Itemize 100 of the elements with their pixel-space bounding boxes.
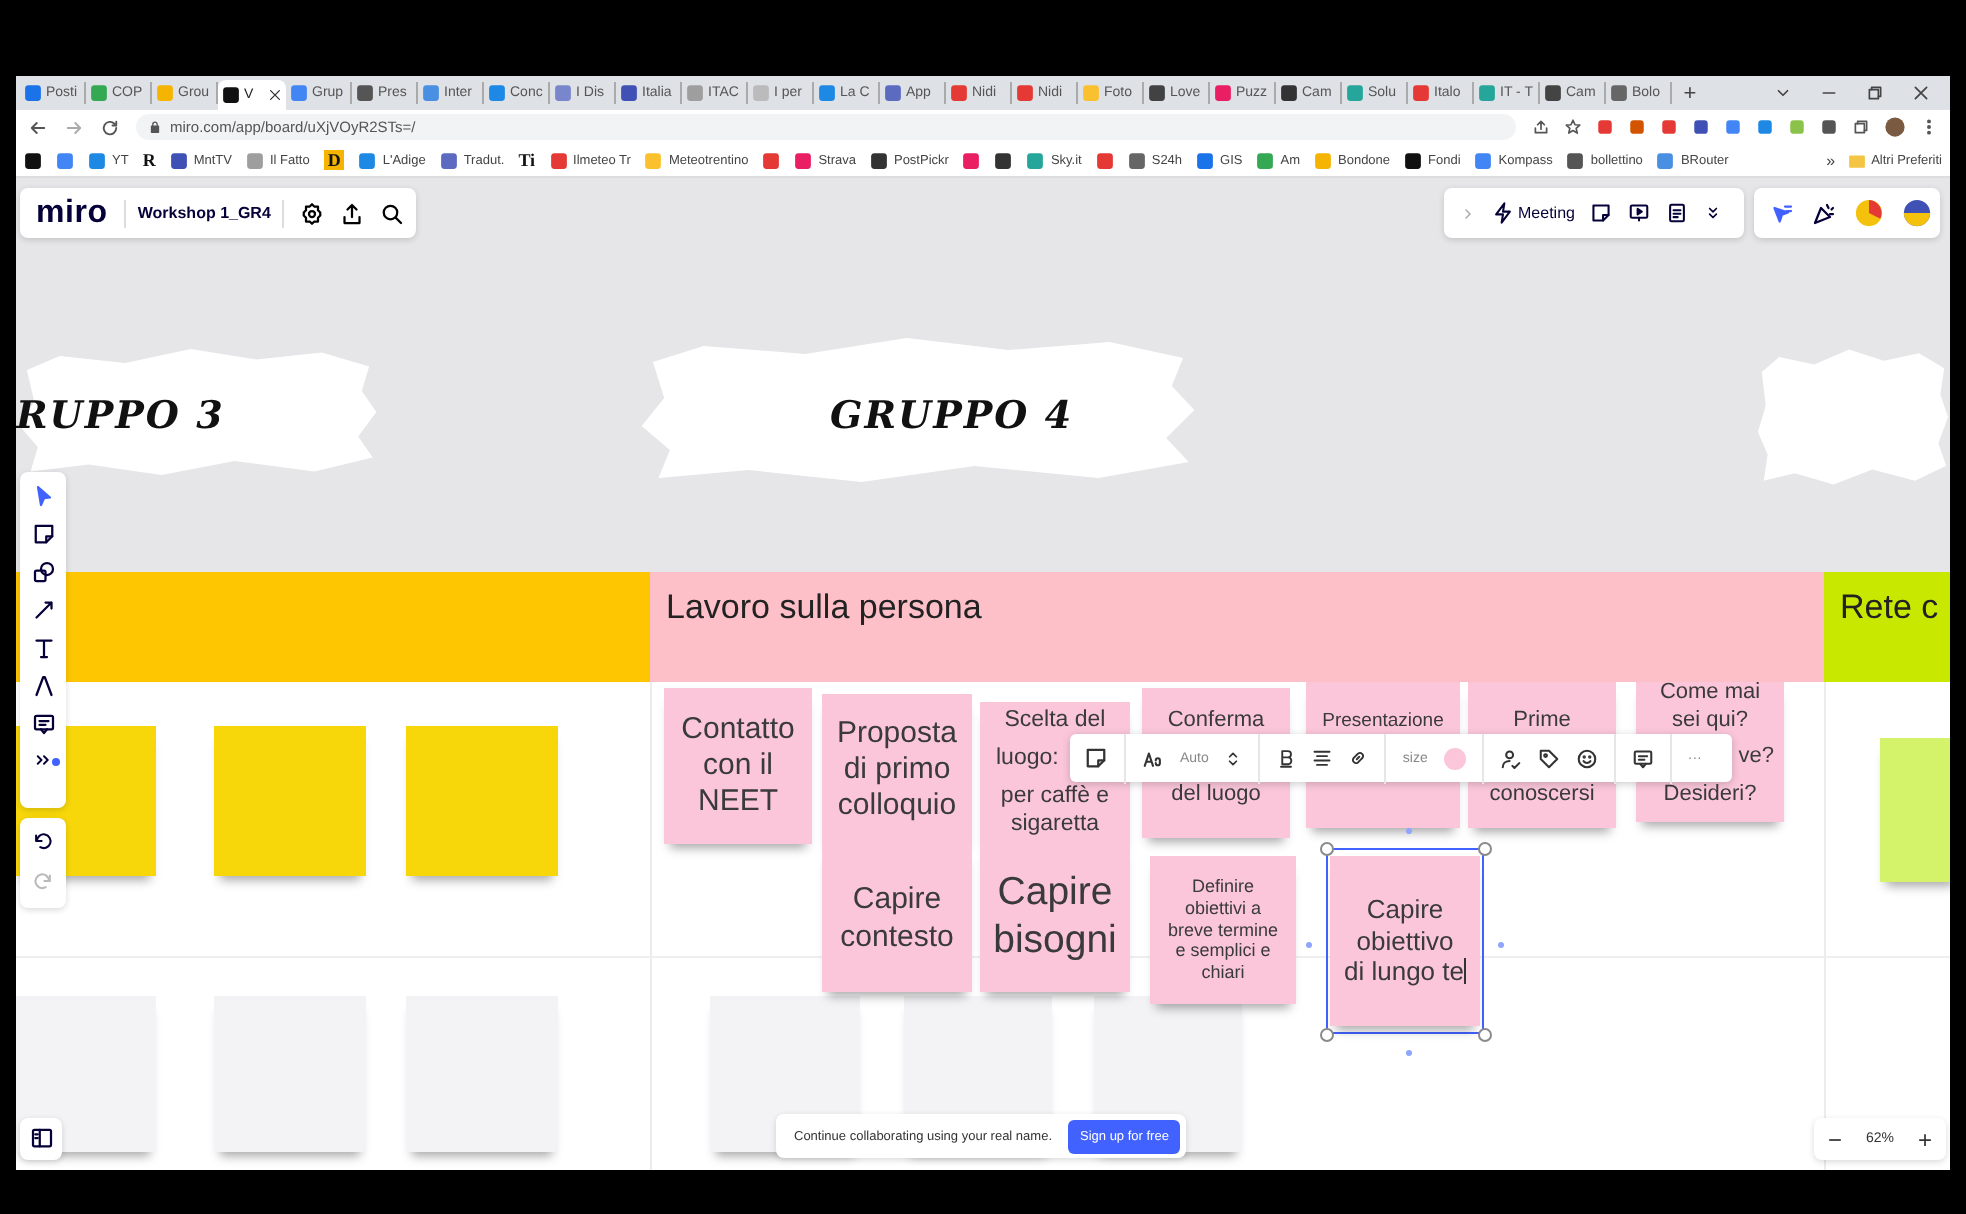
site-icon bbox=[1026, 151, 1045, 169]
site-icon bbox=[686, 84, 704, 102]
site-icon bbox=[869, 151, 888, 169]
emoji-icon[interactable] bbox=[1575, 747, 1598, 769]
more-tools-icon[interactable] bbox=[33, 750, 53, 770]
undo-icon[interactable] bbox=[32, 830, 54, 852]
site-icon bbox=[90, 84, 108, 102]
connector-dot[interactable] bbox=[1498, 941, 1504, 947]
site-icon bbox=[1474, 151, 1493, 169]
site-icon bbox=[1544, 84, 1562, 102]
site-icon bbox=[1314, 151, 1332, 169]
shapes-icon[interactable] bbox=[31, 560, 55, 584]
settings-icon[interactable] bbox=[300, 201, 325, 225]
avatar-icon[interactable] bbox=[1884, 116, 1906, 138]
bold-icon[interactable] bbox=[1276, 748, 1297, 768]
site-icon bbox=[1478, 84, 1496, 102]
logo[interactable]: miro bbox=[36, 195, 108, 231]
cursor-icon[interactable] bbox=[1770, 201, 1794, 225]
site-icon bbox=[818, 84, 836, 102]
site-icon bbox=[1610, 84, 1628, 102]
site-icon bbox=[88, 151, 106, 169]
restore-icon[interactable] bbox=[1866, 84, 1884, 102]
site-icon bbox=[222, 86, 240, 104]
stepper-icon[interactable] bbox=[1224, 749, 1243, 767]
bookmark[interactable]: R bbox=[142, 150, 156, 170]
site-icon bbox=[1214, 84, 1232, 102]
back-icon[interactable] bbox=[28, 117, 48, 137]
avatar-icon[interactable] bbox=[1854, 198, 1884, 228]
meeting-button[interactable]: Meeting bbox=[1492, 202, 1575, 224]
close-icon[interactable] bbox=[1912, 84, 1930, 102]
document-icon[interactable] bbox=[1666, 202, 1689, 224]
sticky-note-icon[interactable] bbox=[1084, 746, 1108, 770]
folder-icon bbox=[1847, 151, 1866, 169]
site-icon bbox=[1082, 84, 1100, 102]
site-icon bbox=[1404, 151, 1423, 169]
sticky-note[interactable]: Capire bisogni bbox=[980, 842, 1130, 992]
resize-handle[interactable] bbox=[1320, 1028, 1334, 1042]
text-icon[interactable] bbox=[31, 636, 55, 660]
site-icon bbox=[644, 151, 663, 169]
sticky-note-icon[interactable] bbox=[31, 522, 55, 546]
sticky-note[interactable]: Capire obiettivo di lungo te bbox=[1326, 848, 1484, 1034]
sticky-note[interactable]: Capire contesto bbox=[822, 846, 972, 992]
board-title[interactable]: Workshop 1_GR4 bbox=[123, 199, 285, 227]
site-icon bbox=[1346, 84, 1364, 102]
site-icon bbox=[549, 151, 568, 169]
connector-dot[interactable] bbox=[1405, 828, 1411, 834]
site-icon bbox=[1016, 84, 1034, 102]
sticky-note[interactable]: Proposta di primo colloquio bbox=[822, 694, 972, 846]
tab-close-icon[interactable] bbox=[268, 88, 282, 102]
zoom-in-button[interactable]: + bbox=[1909, 1125, 1940, 1153]
color-swatch[interactable] bbox=[1443, 747, 1466, 769]
lock-icon bbox=[148, 120, 162, 134]
star-icon[interactable] bbox=[1564, 118, 1582, 136]
avatar-icon[interactable] bbox=[1902, 198, 1932, 228]
presentation-icon[interactable] bbox=[1628, 202, 1651, 224]
align-icon[interactable] bbox=[1312, 748, 1333, 768]
pointer-icon[interactable] bbox=[31, 484, 55, 508]
new-tab-button[interactable]: + bbox=[1672, 76, 1708, 110]
pen-icon[interactable] bbox=[31, 674, 55, 698]
sidebar-icon bbox=[29, 1126, 53, 1150]
site-icon bbox=[1566, 151, 1585, 169]
zoom-out-button[interactable]: − bbox=[1820, 1125, 1851, 1153]
arrow-icon[interactable] bbox=[31, 598, 55, 622]
site-icon bbox=[24, 84, 42, 102]
sticky-note[interactable]: Definire obiettivi a breve termine e semplici e chiari bbox=[1150, 856, 1296, 1004]
link-icon[interactable] bbox=[1348, 748, 1369, 768]
sticky-note[interactable]: Contatto con il NEET bbox=[664, 688, 812, 844]
upload-icon[interactable] bbox=[340, 201, 365, 225]
reload-icon[interactable] bbox=[100, 117, 120, 137]
lane-header: Lavoro sulla persona bbox=[650, 572, 1824, 682]
site-icon bbox=[358, 151, 377, 169]
tab-search-icon[interactable] bbox=[1774, 84, 1792, 102]
bookmark[interactable]: Ti bbox=[518, 150, 536, 170]
resize-handle[interactable] bbox=[1478, 1028, 1492, 1042]
chevrons-icon[interactable] bbox=[1704, 204, 1723, 222]
site-icon bbox=[1256, 151, 1275, 169]
connector-dot[interactable] bbox=[1405, 1050, 1411, 1056]
resize-handle[interactable] bbox=[1478, 842, 1492, 856]
comment-icon[interactable] bbox=[31, 712, 55, 736]
sticky-note-icon[interactable] bbox=[1590, 202, 1613, 224]
reaction-icon[interactable] bbox=[1812, 201, 1836, 225]
site-icon bbox=[245, 151, 264, 169]
group-title: GRUPPO 4 bbox=[830, 394, 1074, 438]
assign-icon[interactable] bbox=[1499, 747, 1522, 769]
connector-dot[interactable] bbox=[1306, 941, 1312, 947]
share-icon[interactable] bbox=[1532, 118, 1550, 136]
resize-handle[interactable] bbox=[1320, 842, 1334, 856]
more-bookmarks-button[interactable]: » bbox=[1826, 151, 1836, 169]
notification-dot bbox=[52, 758, 60, 766]
bookmark[interactable]: D bbox=[323, 150, 345, 170]
search-icon[interactable] bbox=[380, 201, 405, 225]
side-panel-icon[interactable] bbox=[1852, 118, 1870, 136]
text-size-icon[interactable] bbox=[1142, 747, 1164, 769]
lightning-icon bbox=[1492, 202, 1514, 224]
comment-icon[interactable] bbox=[1631, 747, 1654, 769]
site-icon bbox=[794, 151, 813, 169]
site-icon bbox=[1280, 84, 1298, 102]
site-icon bbox=[554, 84, 572, 102]
tag-icon[interactable] bbox=[1537, 747, 1560, 769]
panel-toggle[interactable] bbox=[20, 1118, 62, 1160]
